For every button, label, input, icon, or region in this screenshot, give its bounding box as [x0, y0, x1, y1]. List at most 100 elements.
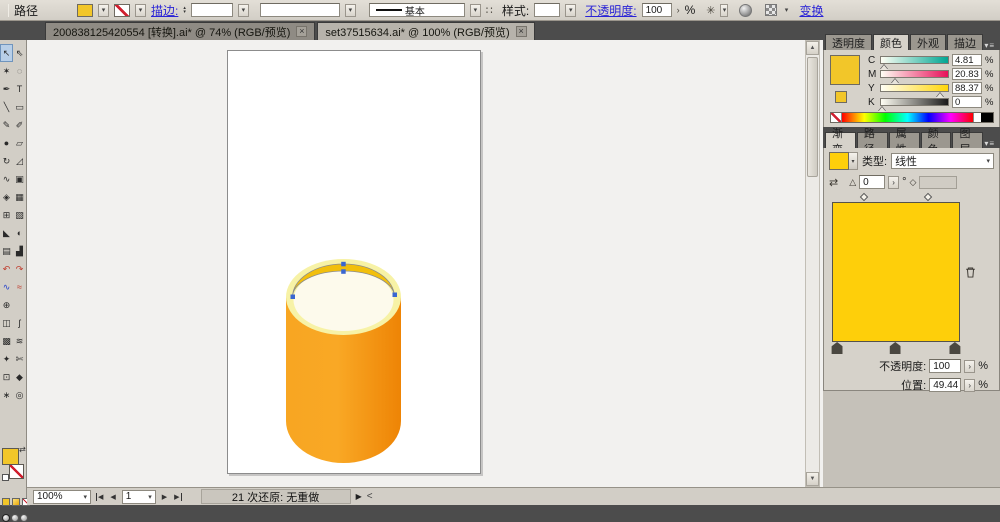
options-dots-icon[interactable]: ∷ [486, 4, 493, 17]
gradient-type-select[interactable]: 线性 ▾ [891, 153, 994, 169]
channel-slider[interactable] [878, 98, 949, 112]
stroke-weight-input[interactable] [190, 3, 233, 17]
type-tool[interactable]: T [13, 80, 26, 98]
panel-tab[interactable]: 颜色 [920, 128, 952, 156]
mesh-tool[interactable]: ⊞ [0, 206, 13, 224]
swap-fill-stroke-icon[interactable]: ⇄ [19, 445, 26, 454]
scale-tool[interactable]: ◿ [13, 152, 26, 170]
lasso-tool[interactable]: ◌ [13, 62, 26, 80]
channel-value-input[interactable]: 20.83 [952, 68, 982, 80]
previous-artboard-icon[interactable]: ◀ [109, 493, 116, 501]
panel-tab[interactable]: 颜色 [873, 34, 909, 50]
pencil-tool[interactable]: ✐ [13, 116, 26, 134]
draw-behind-icon[interactable] [11, 514, 19, 522]
panel-menu-icon[interactable]: ▾≡ [984, 41, 995, 50]
delete-stop-icon[interactable] [964, 266, 977, 282]
gradient-midpoint-icon[interactable] [859, 192, 868, 202]
channel-value-input[interactable]: 0 [952, 96, 982, 108]
panel-tab[interactable]: 透明度 [825, 34, 872, 50]
slice-tool[interactable]: ◆ [13, 368, 26, 386]
first-artboard-icon[interactable]: ◀ [96, 492, 104, 501]
panel-tab[interactable]: 路径 [856, 128, 888, 156]
gradient-swatch[interactable] [829, 152, 849, 170]
stroke-dropdown-icon[interactable]: ▾ [135, 3, 147, 17]
opacity-stepper-icon[interactable]: › [964, 359, 976, 373]
blob-brush-tool[interactable]: ● [0, 134, 13, 152]
canvas-area[interactable]: ▲ ▼ [27, 40, 823, 487]
cylinder-artwork[interactable] [228, 51, 482, 475]
shape-builder-tool[interactable]: ◈ [0, 188, 13, 206]
transparency-grid-icon[interactable] [765, 4, 778, 16]
rectangle-tool[interactable]: ▭ [13, 98, 26, 116]
gradient-stop[interactable] [949, 342, 961, 354]
black-swatch[interactable] [981, 113, 993, 122]
eraser-tool[interactable]: ▱ [13, 134, 26, 152]
channel-value-input[interactable]: 4.81 [952, 54, 982, 66]
reverse-gradient-icon[interactable]: ⇄ [829, 176, 838, 189]
status-resize-icon[interactable]: < [367, 491, 373, 502]
zoom-tool[interactable]: ◎ [13, 386, 26, 404]
spiral-tool[interactable]: ↷ [13, 260, 26, 278]
document-tab[interactable]: 200838125420554 [转换].ai* @ 74% (RGB/预览) … [45, 22, 316, 40]
selection-tool[interactable]: ↖ [0, 44, 13, 62]
blend-tool[interactable]: ◐ [13, 224, 26, 242]
panel-menu-icon[interactable]: ▾≡ [984, 139, 995, 148]
status-menu-icon[interactable]: ▶ [356, 492, 362, 501]
direct-selection-tool[interactable]: ⇖ [13, 44, 26, 62]
next-artboard-icon[interactable]: ▶ [161, 493, 168, 501]
anchor-point[interactable] [341, 261, 346, 267]
channel-slider[interactable] [880, 84, 949, 98]
angle-stepper-icon[interactable]: › [888, 175, 900, 189]
scrollbar-thumb[interactable] [807, 57, 818, 177]
none-swatch[interactable] [831, 113, 842, 122]
transparency-grid-dropdown-icon[interactable]: ▾ [782, 4, 790, 17]
symbol-sprayer-tool[interactable]: ▤ [0, 242, 13, 260]
width-tool[interactable]: ∿ [0, 170, 13, 188]
style-select[interactable] [534, 3, 561, 17]
width-profile-select[interactable] [259, 3, 340, 17]
pen-tool[interactable]: ✒ [0, 80, 13, 98]
angle-input[interactable]: 0 [859, 175, 886, 189]
gradient-stop[interactable] [889, 342, 901, 354]
scroll-up-icon[interactable]: ▲ [806, 41, 819, 55]
scroll-down-icon[interactable]: ▼ [806, 472, 819, 486]
brush-dropdown-icon[interactable]: ▾ [469, 3, 481, 17]
opacity-stepper-icon[interactable]: › [677, 5, 680, 15]
gradient-tool[interactable]: ▧ [13, 206, 26, 224]
stroke-link[interactable]: 描边: [151, 2, 178, 19]
spacer[interactable] [13, 296, 26, 314]
wave-tool[interactable]: ≈ [13, 278, 26, 296]
scissors-tool[interactable]: ✄ [13, 350, 26, 368]
artboard[interactable] [227, 50, 481, 474]
channel-slider[interactable] [880, 70, 949, 84]
channel-slider[interactable] [880, 56, 949, 70]
panel-tab[interactable]: 描边 [947, 34, 983, 50]
knife-tool[interactable]: ✦ [0, 350, 13, 368]
brush-select[interactable]: 基本 [368, 3, 465, 18]
panel-tab[interactable]: 外观 [910, 34, 946, 50]
draw-inside-icon[interactable] [20, 514, 28, 522]
perspective-grid-tool[interactable]: ▦ [13, 188, 26, 206]
stop-position-input[interactable]: 49.44 [929, 378, 962, 392]
wrinkle-tool[interactable]: ʃ [13, 314, 26, 332]
stroke-indicator[interactable] [9, 464, 24, 479]
anchor-point[interactable] [392, 292, 398, 298]
paintbrush-tool[interactable]: ✎ [0, 116, 13, 134]
grid-tool[interactable]: ▩ [0, 332, 13, 350]
transform-link[interactable]: 变换 [799, 2, 823, 19]
rotate-tool[interactable]: ↻ [0, 152, 13, 170]
arc-tool[interactable]: ↶ [0, 260, 13, 278]
graphic-styles-icon[interactable]: ✳ [706, 4, 715, 17]
stop-opacity-input[interactable]: 100 [929, 359, 962, 373]
panel-tab[interactable]: 图层 [952, 128, 984, 156]
warp-tool[interactable]: ◫ [0, 314, 13, 332]
crop-tool[interactable]: ⊡ [0, 368, 13, 386]
color-spectrum-bar[interactable] [830, 112, 994, 123]
gradient-swatch-dropdown-icon[interactable]: ▾ [849, 152, 858, 170]
fill-color-swatch[interactable] [77, 3, 94, 17]
panel-tab[interactable]: 属性 [888, 128, 920, 156]
fill-proxy-icon[interactable] [835, 91, 847, 103]
last-artboard-icon[interactable]: ▶ [173, 492, 182, 501]
tab-close-icon[interactable]: × [515, 26, 527, 37]
artboard-tool[interactable]: ⊕ [0, 296, 13, 314]
